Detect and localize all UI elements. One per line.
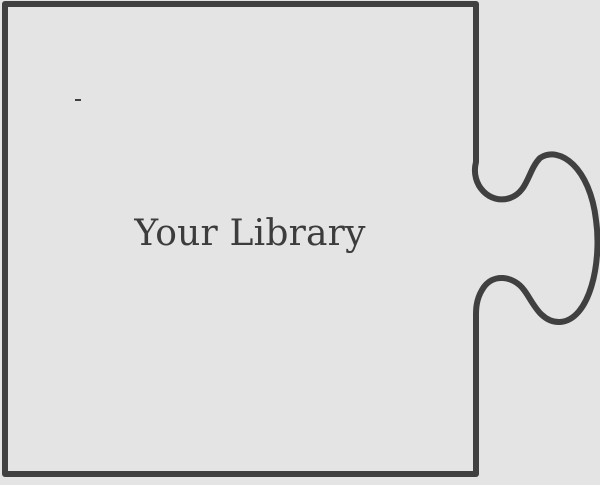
canvas: Your Library: [0, 0, 600, 485]
puzzle-piece-label: Your Library: [134, 213, 366, 254]
